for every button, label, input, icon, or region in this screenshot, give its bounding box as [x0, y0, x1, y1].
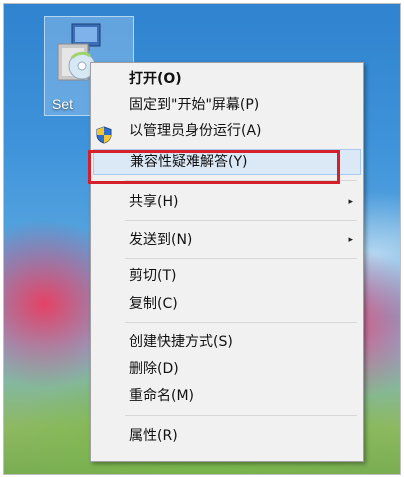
menu-item-label: 打开(O)	[129, 71, 182, 87]
menu-item-pin-to-start[interactable]: 固定到"开始"屏幕(P)	[91, 92, 363, 118]
menu-item-label: 共享(H)	[129, 194, 179, 210]
screenshot-frame: Set 打开(O) 固定到"开始"屏幕(P) 以管理员身份运行(A) 兼容性疑难…	[3, 3, 401, 475]
menu-item-label: 重命名(M)	[129, 388, 195, 404]
menu-item-share[interactable]: 共享(H) ▸	[91, 189, 363, 215]
menu-separator	[125, 220, 357, 221]
menu-item-label: 固定到"开始"屏幕(P)	[129, 97, 260, 113]
desktop-icon-label[interactable]: Set	[52, 96, 73, 112]
menu-item-delete[interactable]: 删除(D)	[91, 356, 363, 382]
menu-item-label: 发送到(N)	[129, 232, 193, 248]
menu-separator	[125, 258, 357, 259]
menu-item-open[interactable]: 打开(O)	[91, 66, 363, 92]
menu-item-label: 删除(D)	[129, 361, 179, 377]
menu-item-label: 以管理员身份运行(A)	[129, 123, 262, 139]
menu-item-rename[interactable]: 重命名(M)	[91, 383, 363, 409]
menu-item-send-to[interactable]: 发送到(N) ▸	[91, 227, 363, 253]
menu-item-copy[interactable]: 复制(C)	[91, 291, 363, 317]
menu-item-run-as-admin[interactable]: 以管理员身份运行(A)	[91, 118, 363, 144]
annotation-highlight-box	[88, 150, 340, 184]
menu-item-properties[interactable]: 属性(R)	[91, 423, 363, 449]
menu-separator	[125, 415, 357, 416]
submenu-arrow-icon: ▸	[348, 197, 353, 207]
menu-item-cut[interactable]: 剪切(T)	[91, 263, 363, 289]
uac-shield-icon	[96, 126, 112, 144]
menu-item-label: 创建快捷方式(S)	[129, 334, 233, 350]
menu-separator	[125, 322, 357, 323]
menu-item-create-shortcut[interactable]: 创建快捷方式(S)	[91, 329, 363, 355]
context-menu: 打开(O) 固定到"开始"屏幕(P) 以管理员身份运行(A) 兼容性疑难解答(Y…	[90, 62, 364, 462]
desktop-background: Set 打开(O) 固定到"开始"屏幕(P) 以管理员身份运行(A) 兼容性疑难…	[4, 4, 400, 474]
menu-item-label: 属性(R)	[129, 428, 178, 444]
submenu-arrow-icon: ▸	[348, 235, 353, 245]
menu-item-label: 剪切(T)	[129, 268, 177, 284]
menu-item-label: 复制(C)	[129, 296, 178, 312]
